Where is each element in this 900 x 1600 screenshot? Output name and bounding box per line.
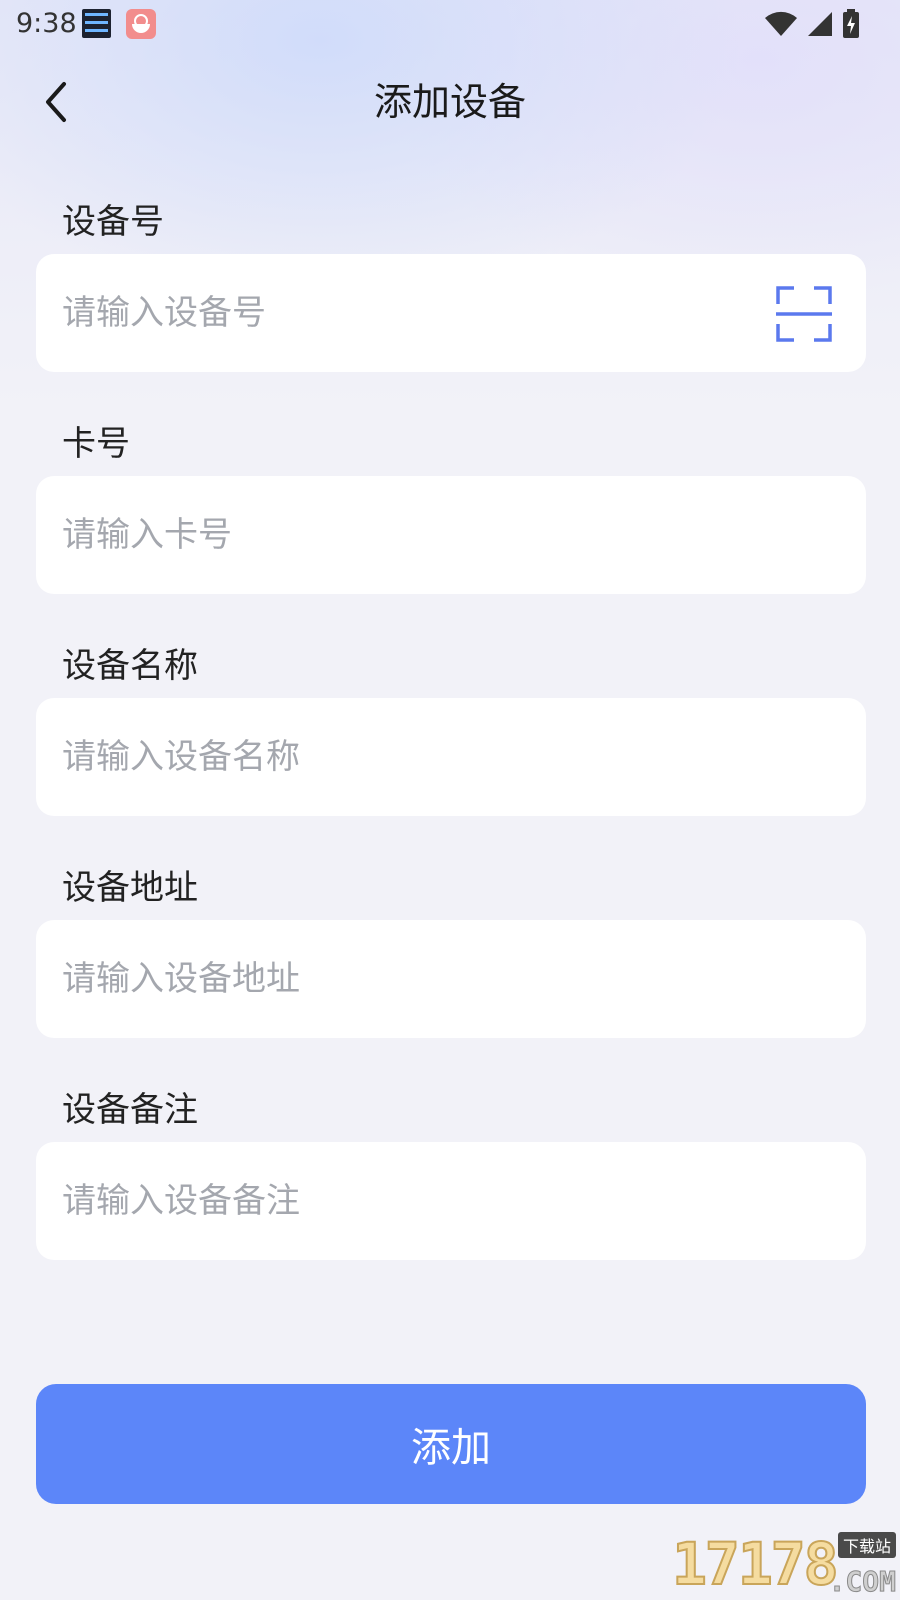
device-number-input[interactable] <box>62 254 752 372</box>
watermark-suffix: .COM <box>828 1565 896 1599</box>
device-address-input[interactable] <box>62 920 752 1038</box>
clock-widget-icon <box>82 9 111 38</box>
signal-icon <box>808 12 832 36</box>
device-number-label: 设备号 <box>62 202 164 242</box>
wifi-icon <box>765 11 797 37</box>
status-bar: 9:38 <box>0 0 900 48</box>
watermark-number: 17178 <box>671 1529 840 1599</box>
device-name-field <box>36 698 866 816</box>
battery-charging-icon <box>843 9 859 38</box>
device-address-label: 设备地址 <box>62 868 198 908</box>
scan-icon[interactable] <box>776 286 832 342</box>
device-number-field <box>36 254 866 372</box>
rice-bowl-app-icon <box>126 9 156 39</box>
chevron-left-icon <box>46 82 66 122</box>
device-note-input[interactable] <box>62 1142 752 1260</box>
status-icons <box>764 8 860 40</box>
add-button[interactable]: 添加 <box>36 1384 866 1504</box>
card-number-label: 卡号 <box>62 424 130 464</box>
add-device-form: 设备号 卡号 设备名称 设备地址 设备备注 <box>36 190 866 1300</box>
device-name-label: 设备名称 <box>62 646 198 686</box>
site-watermark: 17178 .COM 下载站 <box>670 1529 900 1600</box>
watermark-tag: 下载站 <box>837 1532 896 1558</box>
card-number-field <box>36 476 866 594</box>
device-note-label: 设备备注 <box>62 1090 198 1130</box>
device-address-field <box>36 920 866 1038</box>
back-button[interactable] <box>30 74 86 130</box>
device-name-input[interactable] <box>62 698 752 816</box>
status-time: 9:38 <box>16 8 77 39</box>
card-number-input[interactable] <box>62 476 752 594</box>
device-note-field <box>36 1142 866 1260</box>
